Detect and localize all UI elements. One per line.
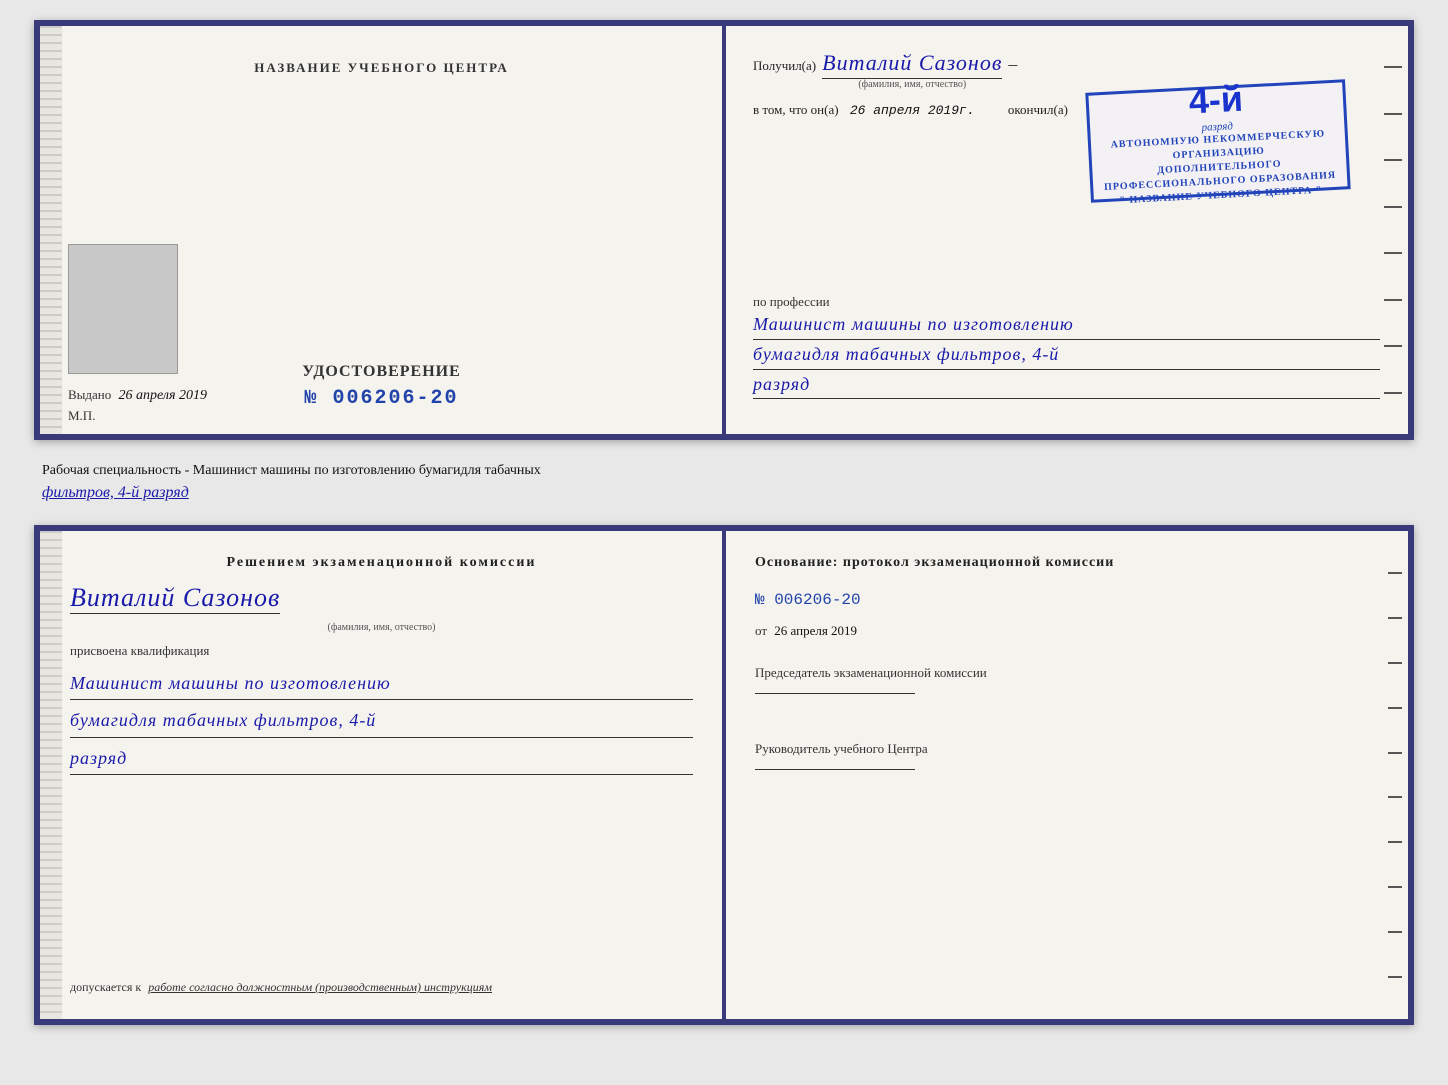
mp-label: М.П. xyxy=(68,408,95,424)
br-number: № 006206-20 xyxy=(755,591,1378,609)
bdash-2 xyxy=(1388,617,1402,619)
bl-profession-1: Машинист машины по изготовлению xyxy=(70,667,693,700)
bl-allowed: допускается к работе согласно должностны… xyxy=(70,980,693,995)
bdash-10 xyxy=(1388,976,1402,978)
name-sub-top: (фамилия, имя, отчество) xyxy=(858,79,966,90)
head-sig-line xyxy=(755,769,915,770)
bdash-8 xyxy=(1388,886,1402,888)
bl-assigned: присвоена квалификация xyxy=(70,643,693,659)
br-head: Руководитель учебного Центра xyxy=(755,739,1378,785)
bl-name-block: Виталий Сазонов xyxy=(70,583,693,618)
dash-2 xyxy=(1384,113,1402,115)
bottom-document: Решением экзаменационной комиссии Витали… xyxy=(34,525,1414,1025)
bdash-6 xyxy=(1388,796,1402,798)
br-chairman: Председатель экзаменационной комиссии xyxy=(755,663,1378,709)
dash-6 xyxy=(1384,299,1402,301)
issued-row: Выдано 26 апреля 2019 xyxy=(68,387,695,404)
head-label: Руководитель учебного Центра xyxy=(755,739,1378,759)
bl-profession-3: разряд xyxy=(70,742,693,775)
doc-bottom-right: Основание: протокол экзаменационной коми… xyxy=(725,531,1408,1019)
profession-block-top: по профессии Машинист машины по изготовл… xyxy=(753,286,1380,399)
br-date-val: 26 апреля 2019 xyxy=(774,623,857,638)
received-label: Получил(а) xyxy=(753,58,816,74)
bdash-9 xyxy=(1388,931,1402,933)
recipient-name: Виталий Сазонов xyxy=(822,50,1002,79)
profession-line2-top: бумагидля табачных фильтров, 4-й xyxy=(753,340,1380,370)
bdash-1 xyxy=(1388,572,1402,574)
center-title-top: НАЗВАНИЕ УЧЕБНОГО ЦЕНТРА xyxy=(254,60,509,76)
bdash-5 xyxy=(1388,752,1402,754)
middle-prefix: Рабочая специальность - Машинист машины … xyxy=(42,463,541,478)
allowed-label: допускается к xyxy=(70,980,141,994)
middle-underline: фильтров, 4-й разряд xyxy=(42,484,189,501)
allowed-italic: работе согласно должностным (производств… xyxy=(148,980,492,994)
doc-top-right: Получил(а) Виталий Сазонов (фамилия, имя… xyxy=(725,26,1408,434)
top-document: НАЗВАНИЕ УЧЕБНОГО ЦЕНТРА УДОСТОВЕРЕНИЕ №… xyxy=(34,20,1414,440)
chairman-sig-line xyxy=(755,693,915,694)
cert-date: 26 апреля 2019г. xyxy=(850,103,975,118)
doc-bottom-left: Решением экзаменационной комиссии Витали… xyxy=(40,531,725,1019)
bl-profession-2: бумагидля табачных фильтров, 4-й xyxy=(70,704,693,737)
finished-label: окончил(а) xyxy=(1008,102,1068,117)
dash-4 xyxy=(1384,206,1402,208)
bl-name: Виталий Сазонов xyxy=(70,583,280,614)
bdash-7 xyxy=(1388,841,1402,843)
dash-7 xyxy=(1384,345,1402,347)
bdash-4 xyxy=(1388,707,1402,709)
cert-label: УДОСТОВЕРЕНИЕ xyxy=(302,363,461,381)
bl-title: Решением экзаменационной комиссии xyxy=(70,555,693,571)
bdash-3 xyxy=(1388,662,1402,664)
br-title: Основание: протокол экзаменационной коми… xyxy=(755,555,1378,571)
issued-label: Выдано xyxy=(68,387,111,402)
doc-top-left: НАЗВАНИЕ УЧЕБНОГО ЦЕНТРА УДОСТОВЕРЕНИЕ №… xyxy=(40,26,725,434)
middle-text: Рабочая специальность - Машинист машины … xyxy=(34,456,1414,509)
chairman-label: Председатель экзаменационной комиссии xyxy=(755,663,1378,683)
profession-label-top: по профессии xyxy=(753,294,1380,310)
in-that-label: в том, что он(а) xyxy=(753,102,839,117)
stamp-number: 4-й xyxy=(1188,78,1244,123)
dash-8 xyxy=(1384,392,1402,394)
side-dashes-bottom xyxy=(1388,551,1402,999)
dash-5 xyxy=(1384,252,1402,254)
side-dashes-top xyxy=(1384,46,1402,414)
photo-placeholder xyxy=(68,244,178,374)
br-date: от 26 апреля 2019 xyxy=(755,623,1378,639)
bl-name-sub: (фамилия, имя, отчество) xyxy=(70,622,693,633)
issued-date: 26 апреля 2019 xyxy=(119,388,207,403)
br-date-prefix: от xyxy=(755,623,767,638)
profession-line3-top: разряд xyxy=(753,370,1380,400)
dash-top: – xyxy=(1008,54,1017,75)
profession-line1-top: Машинист машины по изготовлению xyxy=(753,310,1380,340)
dash-1 xyxy=(1384,66,1402,68)
dash-3 xyxy=(1384,159,1402,161)
stamp-box: 4-й разряд АВТОНОМНУЮ НЕКОММЕРЧЕСКУЮ ОРГ… xyxy=(1085,79,1350,202)
